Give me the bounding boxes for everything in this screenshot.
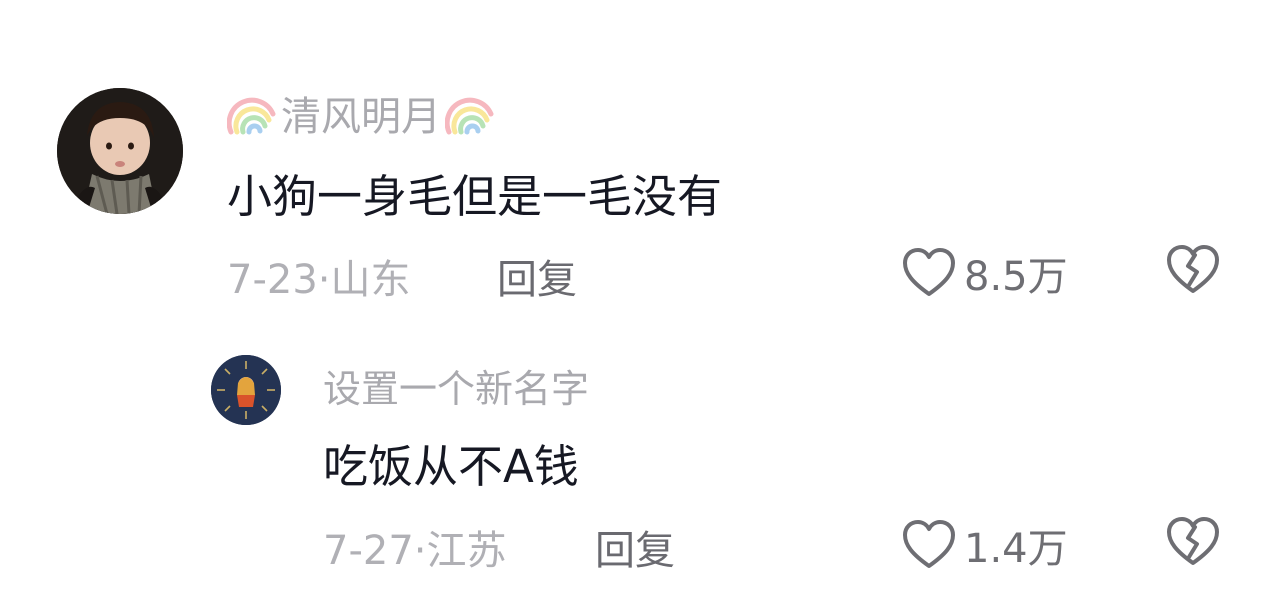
like-count: 1.4万	[964, 526, 1068, 572]
comment-date-location: 7-27·江苏	[323, 528, 507, 574]
avatar-illustration-image	[211, 355, 281, 425]
like-button[interactable]: 1.4万	[902, 516, 1068, 574]
broken-heart-icon	[1167, 517, 1219, 565]
user-avatar[interactable]	[211, 355, 281, 425]
comment-text: 吃饭从不A钱	[323, 440, 579, 493]
dislike-button[interactable]	[1166, 516, 1220, 572]
heart-outline-icon	[903, 520, 955, 568]
reply-button[interactable]: 回复	[595, 518, 675, 576]
comment-item: 设置一个新名字 吃饭从不A钱 7-27·江苏 回复 1.4万	[0, 0, 1280, 613]
comment-username[interactable]: 设置一个新名字	[323, 358, 589, 413]
